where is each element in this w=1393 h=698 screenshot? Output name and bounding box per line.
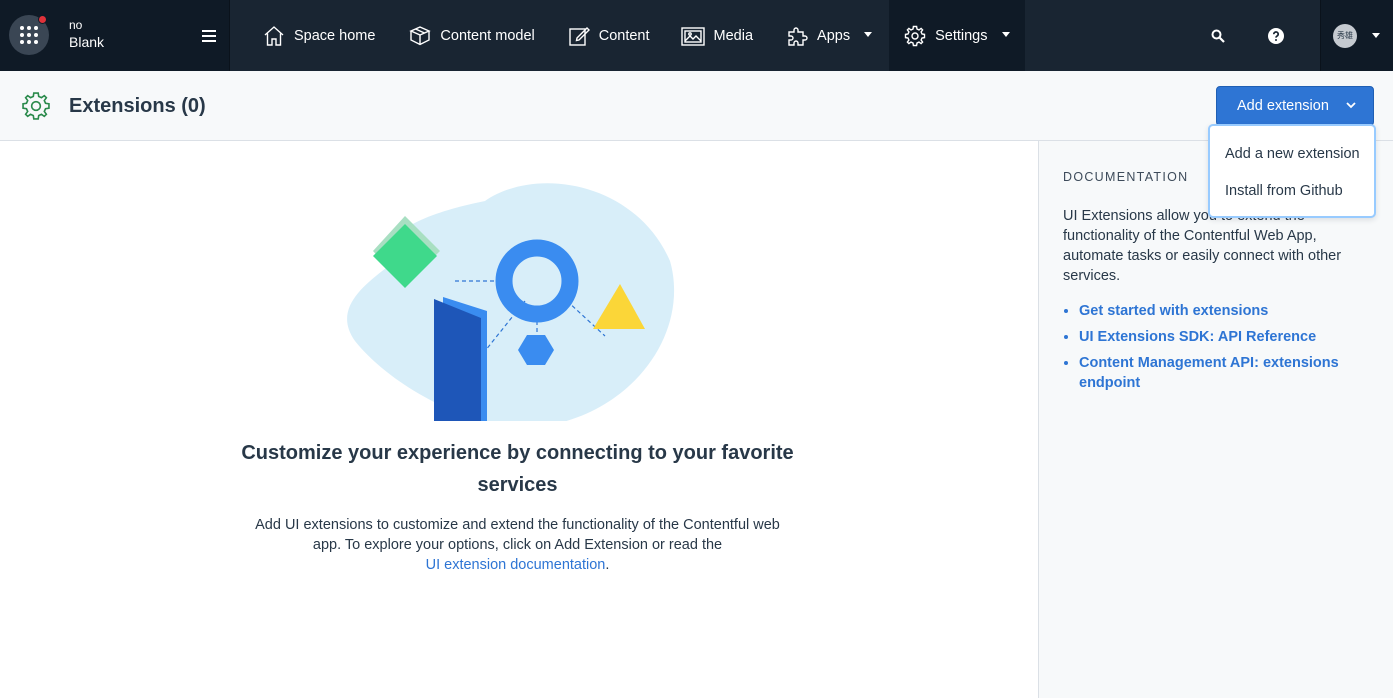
edit-icon — [569, 26, 590, 46]
documentation-links: Get started with extensions UI Extension… — [1079, 301, 1369, 399]
nav-content-model[interactable]: Content model — [409, 0, 535, 71]
caret-down-icon — [1372, 33, 1380, 38]
nav-label: Apps — [817, 27, 851, 44]
caret-down-icon — [864, 31, 873, 37]
notification-dot — [38, 15, 47, 24]
space-info: no Blank — [69, 18, 104, 52]
nav-label: Content model — [440, 27, 535, 44]
ui-extension-documentation-link[interactable]: UI extension documentation — [426, 557, 606, 573]
account-menu[interactable]: 秀雄 — [1320, 0, 1393, 71]
page-title: Extensions (0) — [69, 95, 206, 117]
package-icon — [409, 25, 432, 45]
image-icon — [680, 26, 705, 46]
topbar-actions: 秀雄 — [1189, 0, 1393, 71]
nav-label: Settings — [935, 27, 988, 44]
puzzle-icon — [788, 26, 808, 46]
chevron-down-icon — [1346, 102, 1356, 109]
app-launcher-button[interactable] — [9, 15, 49, 55]
add-extension-dropdown: Add a new extension Install from Github — [1208, 124, 1376, 218]
documentation-description: UI Extensions allow you to extend the fu… — [1063, 208, 1342, 284]
nav-apps[interactable]: Apps — [786, 0, 873, 71]
space-switcher[interactable]: no Blank — [0, 0, 230, 71]
page-header: Extensions (0) Add extension — [0, 71, 1393, 141]
search-icon — [1211, 29, 1225, 43]
doc-link-cma-endpoint[interactable]: Content Management API: extensions endpo… — [1079, 353, 1369, 393]
avatar: 秀雄 — [1333, 23, 1357, 48]
menu-item-install-from-github[interactable]: Install from Github — [1210, 181, 1374, 218]
top-navigation-bar: no Blank Space home Content model Conten… — [0, 0, 1393, 71]
nav-media[interactable]: Media — [680, 0, 754, 71]
nav-label: Content — [598, 27, 650, 44]
grid-icon — [20, 26, 38, 44]
menu-item-add-new-extension[interactable]: Add a new extension — [1210, 144, 1374, 181]
caret-down-icon — [1001, 31, 1010, 37]
nav-content[interactable]: Content — [568, 0, 650, 71]
extensions-illustration — [347, 183, 675, 421]
main-content: Customize your experience by connecting … — [0, 141, 1038, 698]
home-icon — [264, 25, 284, 46]
org-name: no — [69, 18, 83, 32]
gear-icon — [904, 25, 926, 46]
nav-label: Space home — [294, 27, 376, 44]
doc-link-sdk-reference[interactable]: UI Extensions SDK: API Reference — [1079, 327, 1369, 347]
add-extension-label: Add extension — [1237, 98, 1329, 114]
documentation-sidebar: DOCUMENTATION UI Extensions allow you to… — [1038, 141, 1393, 698]
extensions-gear-icon — [22, 92, 50, 120]
nav-space-home[interactable]: Space home — [263, 0, 375, 71]
trailing-period: . — [605, 557, 610, 573]
space-name: Blank — [69, 34, 105, 50]
empty-state-description: Add UI extensions to customize and exten… — [240, 515, 795, 575]
empty-state-heading: Customize your experience by connecting … — [241, 442, 794, 496]
help-button[interactable] — [1247, 0, 1305, 71]
nav-settings[interactable]: Settings — [889, 0, 1025, 71]
documentation-heading: DOCUMENTATION — [1063, 170, 1189, 184]
help-icon — [1268, 27, 1284, 44]
doc-link-get-started[interactable]: Get started with extensions — [1079, 301, 1369, 321]
search-button[interactable] — [1189, 0, 1247, 71]
add-extension-button[interactable]: Add extension — [1216, 86, 1374, 126]
hamburger-menu-icon[interactable] — [202, 30, 216, 45]
nav-label: Media — [713, 27, 754, 44]
empty-state-body-text: Add UI extensions to customize and exten… — [255, 517, 780, 553]
